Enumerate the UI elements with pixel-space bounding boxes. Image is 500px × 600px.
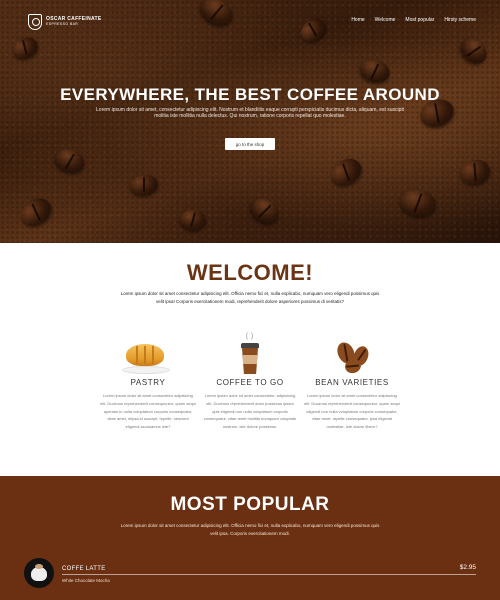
welcome-text: Lorem ipsum dolor sit amet consectetur a… [120, 291, 380, 304]
nav-link-most-popular[interactable]: Most popular [405, 17, 434, 23]
most-popular-title: MOST POPULAR [170, 494, 330, 515]
hero-text: Lorem ipsum dolor sit amet, consectetur … [96, 107, 404, 119]
most-popular-text: Lorem ipsum dolor sit amet consectetur a… [120, 523, 380, 536]
page: OSCAR CAFFEINATE ESPRESSO BAR Home Welco… [0, 0, 500, 600]
feature-pastry: PASTRY Lorem ipsum dolor sit amet consec… [100, 330, 196, 431]
feature-title: PASTRY [130, 378, 166, 387]
coffee-beans-icon [304, 330, 400, 376]
feature-bean-varieties: BEAN VARIETIES Lorem ipsum dolor sit ame… [304, 330, 400, 431]
brand-subtitle: ESPRESSO BAR [46, 22, 79, 27]
feature-text: Lorem ipsum dolor sit amet consectetur, … [203, 393, 297, 430]
shop-button[interactable]: go to the shop [225, 138, 275, 150]
cup-band-shape [243, 355, 257, 364]
feature-text: Lorem ipsum dolor sit amet consectetur a… [304, 393, 400, 430]
coffee-cup-icon [202, 330, 298, 376]
nav-link-home[interactable]: Home [351, 17, 364, 23]
croissant-shape [126, 344, 164, 366]
steam-shape [246, 331, 253, 341]
nav-link-welcome[interactable]: Welcome [375, 17, 396, 23]
item-divider [62, 574, 476, 575]
feature-text: Lorem ipsum dolor sit amet consectetur a… [100, 393, 196, 430]
croissant-icon [100, 330, 196, 376]
top-nav: OSCAR CAFFEINATE ESPRESSO BAR Home Welco… [28, 14, 476, 34]
menu-item[interactable]: COFFE LATTE White Chocolate Mocha $2.95 [24, 558, 476, 588]
logo-icon [28, 14, 42, 30]
brand-logo[interactable]: OSCAR CAFFEINATE ESPRESSO BAR [28, 14, 102, 30]
item-name: COFFE LATTE [62, 566, 106, 572]
welcome-title: WELCOME! [186, 260, 314, 285]
most-popular-section: MOST POPULAR Lorem ipsum dolor sit amet … [0, 476, 500, 600]
nav-menu: Home Welcome Most popular Hirsty scheme [351, 17, 476, 23]
feature-title: BEAN VARIETIES [315, 378, 389, 387]
feature-coffee-to-go: COFFEE TO GO Lorem ipsum dolor sit amet … [202, 330, 298, 431]
hero-section: OSCAR CAFFEINATE ESPRESSO BAR Home Welco… [0, 0, 500, 243]
feature-title: COFFEE TO GO [216, 378, 284, 387]
hero-title: EVERYWHERE, THE BEST COFFEE AROUND [60, 85, 440, 104]
cup-lid-shape [241, 343, 259, 348]
item-price: $2.95 [459, 564, 476, 571]
nav-link-scheme[interactable]: Hirsty scheme [444, 17, 476, 23]
logo-text: OSCAR CAFFEINATE ESPRESSO BAR [46, 17, 102, 27]
coffee-latte-image [24, 558, 54, 588]
hero-overlay [0, 0, 500, 243]
item-description: White Chocolate Mocha [62, 578, 110, 583]
plate-shape [122, 366, 170, 374]
